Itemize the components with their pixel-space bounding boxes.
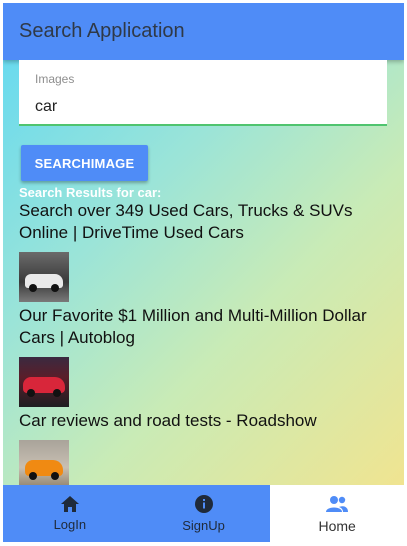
result-thumbnail[interactable] bbox=[19, 357, 69, 407]
app-title: Search Application bbox=[19, 20, 185, 42]
info-icon bbox=[194, 495, 213, 513]
nav-signup[interactable]: SignUp bbox=[136, 485, 271, 542]
list-item[interactable]: Search over 349 Used Cars, Trucks & SUVs… bbox=[19, 200, 389, 302]
search-image-button[interactable]: SEARCHIMAGE bbox=[21, 145, 148, 181]
results-heading: Search Results for car: bbox=[19, 185, 162, 200]
result-title[interactable]: Our Favorite $1 Million and Multi-Millio… bbox=[19, 305, 389, 349]
search-field[interactable]: Images car bbox=[19, 60, 387, 126]
nav-signup-label: SignUp bbox=[182, 518, 225, 533]
result-title[interactable]: Car reviews and road tests - Roadshow bbox=[19, 410, 389, 432]
people-icon bbox=[326, 495, 349, 512]
search-input[interactable]: car bbox=[35, 98, 57, 116]
list-item[interactable]: Our Favorite $1 Million and Multi-Millio… bbox=[19, 305, 389, 407]
app-bar: Search Application bbox=[3, 3, 404, 60]
search-field-label: Images bbox=[35, 72, 75, 86]
nav-home[interactable]: Home bbox=[270, 485, 404, 542]
result-thumbnail[interactable] bbox=[19, 252, 69, 302]
bottom-nav: LogIn SignUp Home bbox=[3, 485, 404, 542]
nav-login-label: LogIn bbox=[53, 517, 87, 532]
list-item[interactable]: Car reviews and road tests - Roadshow bbox=[19, 410, 389, 490]
app-frame: Search Application Images car SEARCHIMAG… bbox=[3, 3, 404, 542]
nav-login[interactable]: LogIn bbox=[3, 485, 137, 542]
result-thumbnail[interactable] bbox=[19, 440, 69, 490]
nav-home-label: Home bbox=[318, 517, 356, 534]
result-title[interactable]: Search over 349 Used Cars, Trucks & SUVs… bbox=[19, 200, 389, 244]
results-list: Search over 349 Used Cars, Trucks & SUVs… bbox=[19, 200, 389, 493]
home-icon bbox=[60, 496, 79, 512]
